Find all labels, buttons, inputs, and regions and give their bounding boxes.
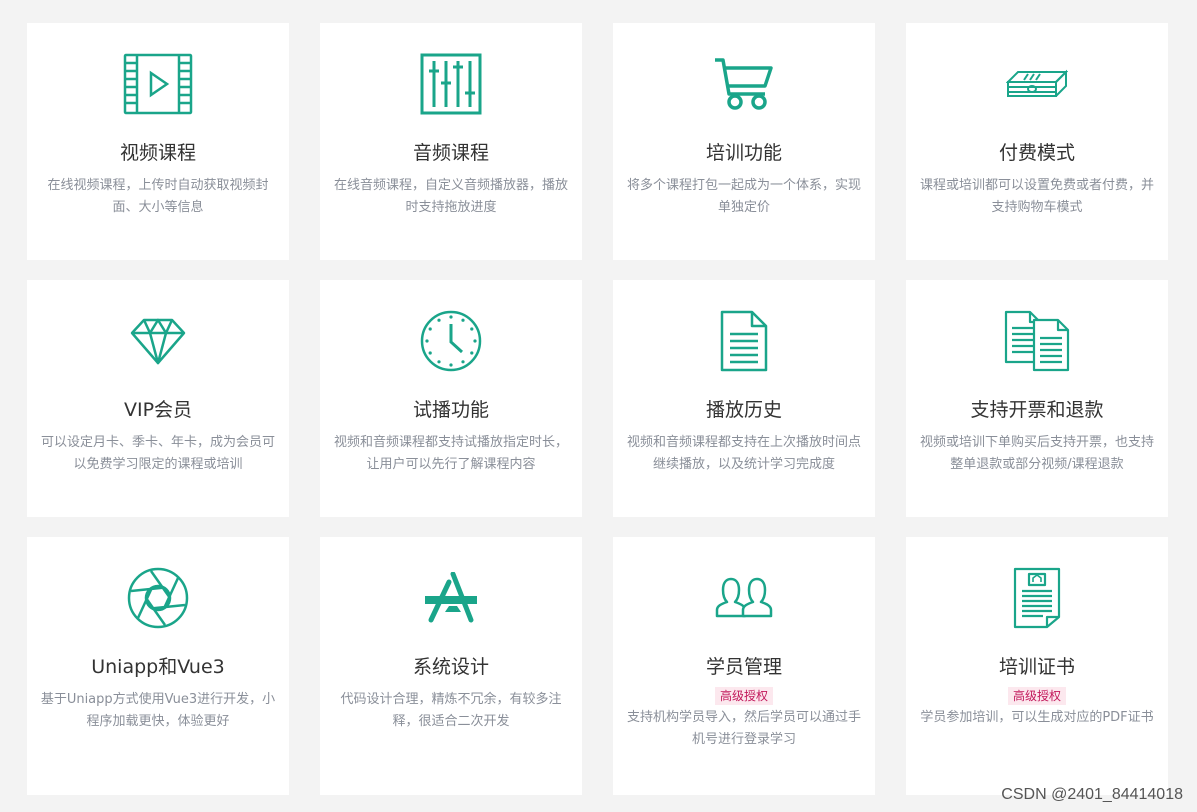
equalizer-icon xyxy=(415,51,487,117)
feature-description: 代码设计合理，精炼不冗余，有较多注释，很适合二次开发 xyxy=(340,692,562,729)
feature-card-play-history: 播放历史 视频和音频课程都支持在上次播放时间点继续播放，以及统计学习完成度 xyxy=(613,280,875,517)
feature-title: 试播功能 xyxy=(412,399,489,421)
feature-title: 学员管理 xyxy=(705,656,782,678)
premium-license-badge: 高级授权 xyxy=(1007,687,1066,705)
diamond-icon xyxy=(122,308,194,374)
feature-description: 支持机构学员导入，然后学员可以通过手机号进行登录学习 xyxy=(626,710,861,747)
feature-title: VIP会员 xyxy=(123,399,193,421)
feature-card-video-course: 视频课程 在线视频课程，上传时自动获取视频封面、大小等信息 xyxy=(27,23,289,260)
feature-description: 学员参加培训，可以生成对应的PDF证书 xyxy=(920,710,1154,725)
users-icon xyxy=(708,565,780,631)
documents-icon xyxy=(1001,308,1073,374)
app-store-icon xyxy=(415,565,487,631)
feature-description: 视频或培训下单购买后支持开票，也支持整单退款或部分视频/课程退款 xyxy=(919,435,1154,472)
money-stack-icon xyxy=(1001,51,1073,117)
feature-card-invoice-refund: 支持开票和退款 视频或培训下单购买后支持开票，也支持整单退款或部分视频/课程退款 xyxy=(906,280,1168,517)
feature-card-payment-mode: 付费模式 课程或培训都可以设置免费或者付费，并支持购物车模式 xyxy=(906,23,1168,260)
document-icon xyxy=(708,308,780,374)
certificate-icon xyxy=(1001,565,1073,631)
feature-grid: 视频课程 在线视频课程，上传时自动获取视频封面、大小等信息 音频课程 在线音频课… xyxy=(27,23,1168,795)
premium-license-badge: 高级授权 xyxy=(714,687,773,705)
video-film-icon xyxy=(122,51,194,117)
feature-card-student-management: 学员管理 高级授权 支持机构学员导入，然后学员可以通过手机号进行登录学习 xyxy=(613,537,875,795)
feature-card-vip: VIP会员 可以设定月卡、季卡、年卡，成为会员可以免费学习限定的课程或培训 xyxy=(27,280,289,517)
feature-card-training-certificate: 培训证书 高级授权 学员参加培训，可以生成对应的PDF证书 xyxy=(906,537,1168,795)
feature-card-system-design: 系统设计 代码设计合理，精炼不冗余，有较多注释，很适合二次开发 xyxy=(320,537,582,795)
feature-description: 基于Uniapp方式使用Vue3进行开发，小程序加载更快，体验更好 xyxy=(40,692,276,729)
feature-title: 播放历史 xyxy=(705,399,782,421)
feature-card-audio-course: 音频课程 在线音频课程，自定义音频播放器，播放时支持拖放进度 xyxy=(320,23,582,260)
shopping-cart-icon xyxy=(708,51,780,117)
feature-card-training: 培训功能 将多个课程打包一起成为一个体系，实现单独定价 xyxy=(613,23,875,260)
feature-title: 付费模式 xyxy=(998,142,1075,164)
feature-title: 视频课程 xyxy=(119,142,196,164)
feature-title: 培训功能 xyxy=(705,142,782,164)
feature-description: 视频和音频课程都支持在上次播放时间点继续播放，以及统计学习完成度 xyxy=(626,435,861,472)
watermark: CSDN @2401_84414018 xyxy=(1001,786,1183,803)
clock-icon xyxy=(415,308,487,374)
feature-description: 在线音频课程，自定义音频播放器，播放时支持拖放进度 xyxy=(333,178,568,215)
feature-description: 可以设定月卡、季卡、年卡，成为会员可以免费学习限定的课程或培训 xyxy=(40,435,275,472)
feature-title: 培训证书 xyxy=(998,656,1075,678)
aperture-icon xyxy=(122,565,194,631)
feature-card-trial-play: 试播功能 视频和音频课程都支持试播放指定时长，让用户可以先行了解课程内容 xyxy=(320,280,582,517)
feature-title: Uniapp和Vue3 xyxy=(91,656,225,678)
feature-title: 系统设计 xyxy=(412,656,489,678)
feature-card-uniapp-vue3: Uniapp和Vue3 基于Uniapp方式使用Vue3进行开发，小程序加载更快… xyxy=(27,537,289,795)
feature-title: 音频课程 xyxy=(412,142,489,164)
feature-description: 在线视频课程，上传时自动获取视频封面、大小等信息 xyxy=(47,178,269,215)
feature-title: 支持开票和退款 xyxy=(970,399,1104,421)
feature-description: 课程或培训都可以设置免费或者付费，并支持购物车模式 xyxy=(919,178,1154,215)
feature-description: 视频和音频课程都支持试播放指定时长，让用户可以先行了解课程内容 xyxy=(333,435,568,472)
feature-description: 将多个课程打包一起成为一个体系，实现单独定价 xyxy=(626,178,861,215)
